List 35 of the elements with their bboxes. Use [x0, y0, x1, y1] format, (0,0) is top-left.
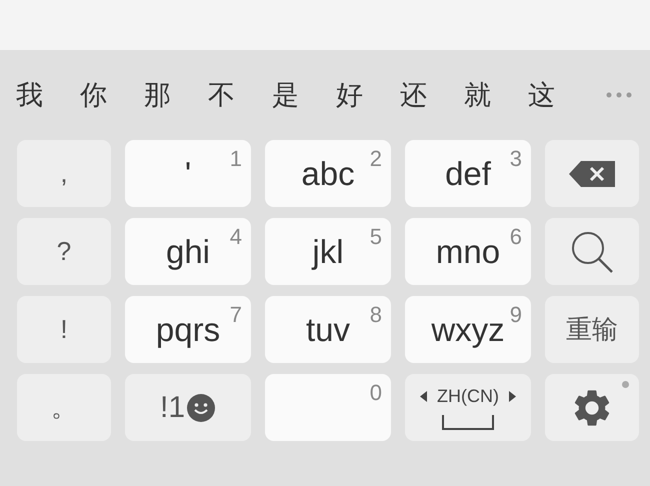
symbol-key[interactable]: ! — [17, 296, 111, 363]
symbol-key[interactable]: ? — [17, 218, 111, 285]
candidate-word[interactable]: 那 — [144, 77, 208, 113]
search-key[interactable] — [545, 218, 639, 285]
right-arrow-icon — [508, 390, 516, 402]
letter-key[interactable]: abc 2 — [265, 140, 391, 207]
symbols-key[interactable]: !1 — [125, 374, 251, 441]
candidate-word[interactable]: 是 — [272, 77, 336, 113]
symbol-key[interactable]: 重输 — [545, 296, 639, 363]
candidate-word[interactable]: 这 — [528, 77, 592, 113]
symbol-key[interactable]: 。 — [17, 374, 111, 441]
backspace-icon — [569, 160, 615, 186]
letter-key[interactable]: jkl 5 — [265, 218, 391, 285]
symbol-key[interactable]: , — [17, 140, 111, 207]
candidate-word[interactable]: 就 — [464, 77, 528, 113]
language-key[interactable]: ZH(CN) — [405, 374, 531, 441]
letter-key[interactable]: ghi 4 — [125, 218, 251, 285]
backspace-key[interactable] — [545, 140, 639, 207]
settings-key[interactable] — [545, 374, 639, 441]
search-icon — [570, 230, 614, 274]
left-arrow-icon — [420, 390, 427, 402]
candidate-word[interactable]: 好 — [336, 77, 400, 113]
candidate-word[interactable]: 我 — [16, 77, 80, 113]
notification-dot — [622, 381, 629, 388]
candidate-word[interactable]: 还 — [400, 77, 464, 113]
candidate-word[interactable]: 不 — [208, 77, 272, 113]
letter-key[interactable]: pqrs 7 — [125, 296, 251, 363]
letter-key[interactable]: tuv 8 — [265, 296, 391, 363]
candidate-word[interactable]: 你 — [80, 77, 144, 113]
space-bar-icon — [442, 414, 494, 430]
letter-key[interactable]: def 3 — [405, 140, 531, 207]
smiley-icon — [186, 392, 216, 422]
letter-key[interactable]: ' 1 — [125, 140, 251, 207]
letter-key[interactable]: mno 6 — [405, 218, 531, 285]
language-label: ZH(CN) — [437, 386, 499, 406]
